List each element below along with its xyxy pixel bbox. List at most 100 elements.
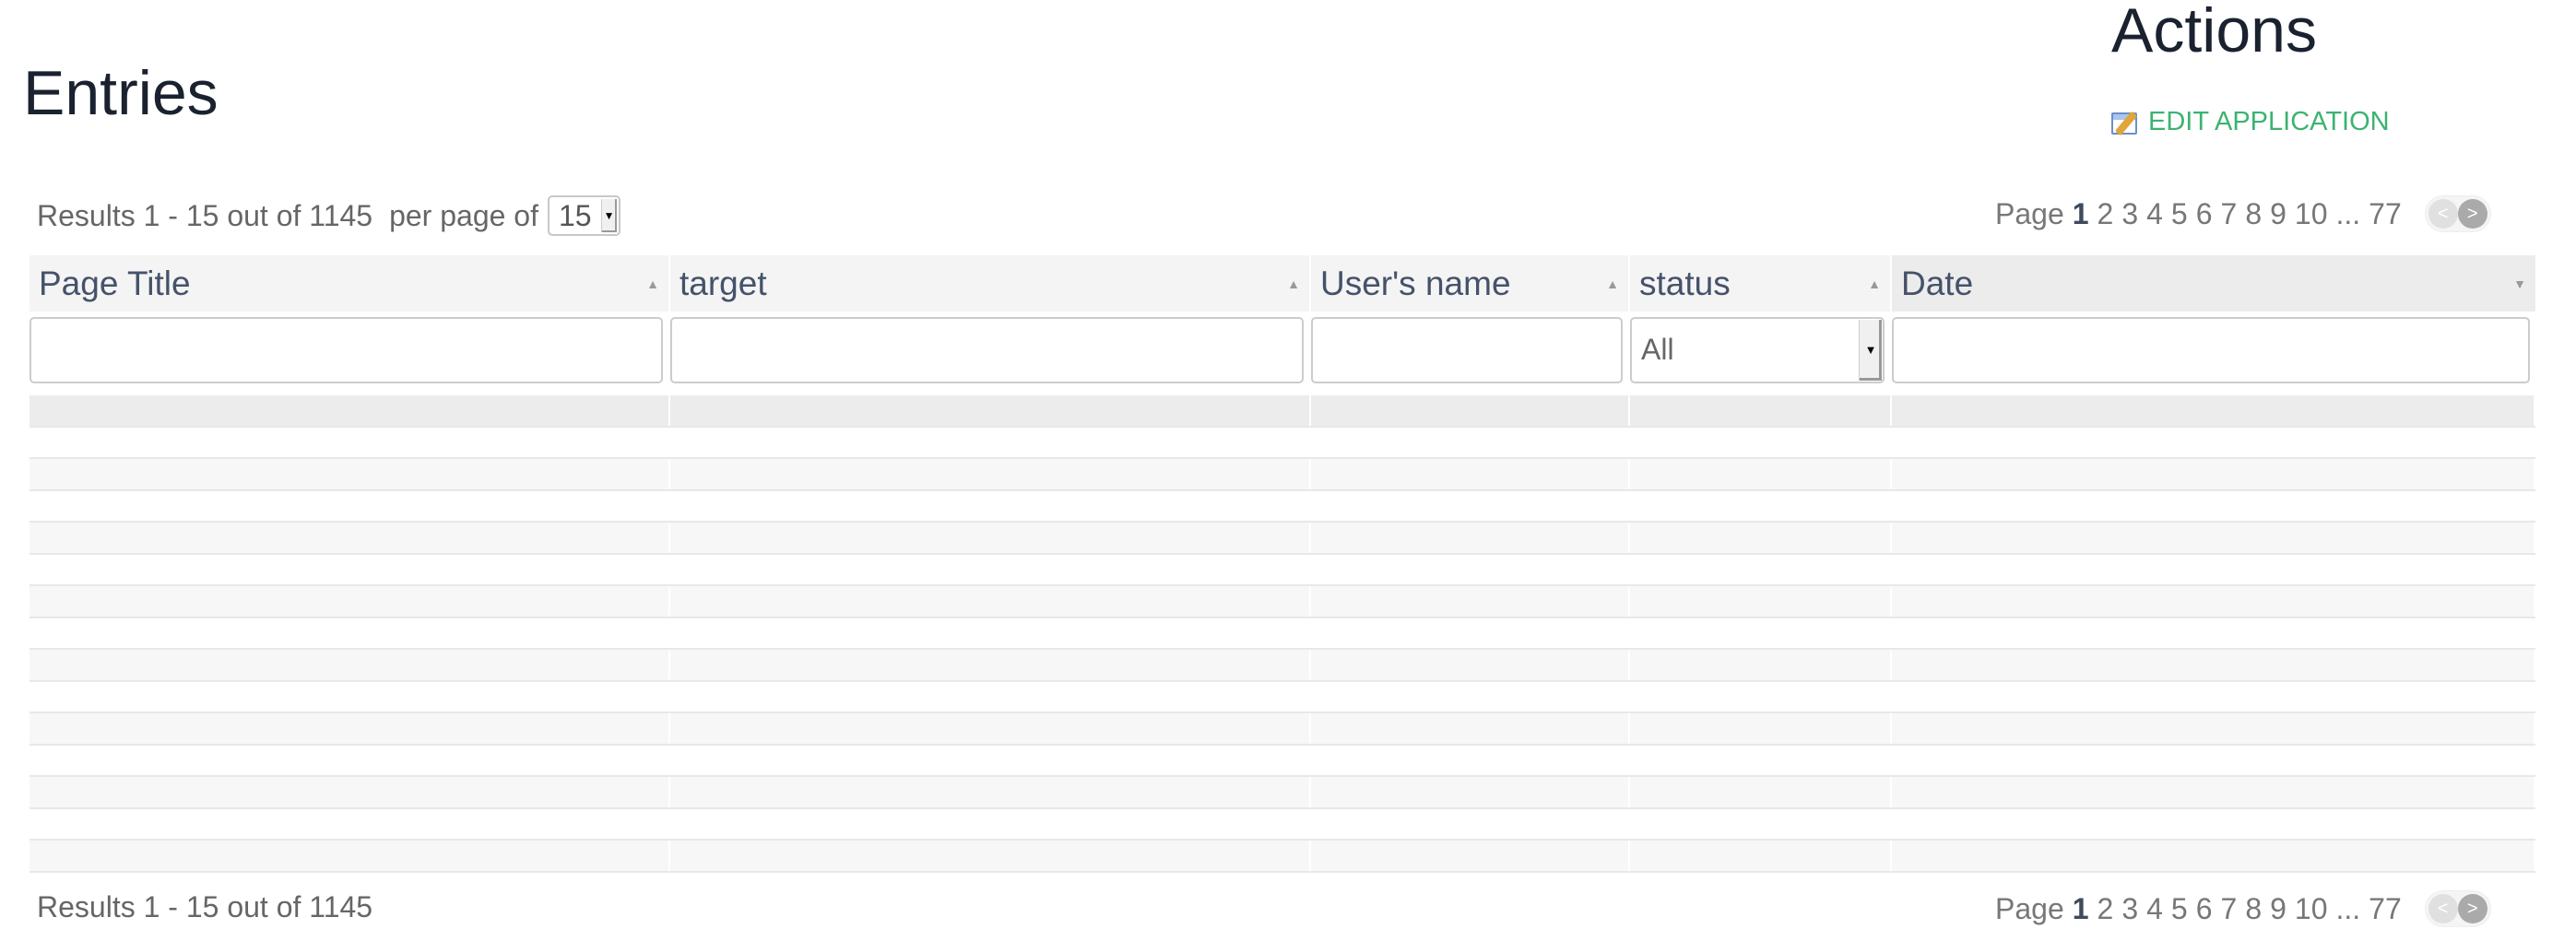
table-cell bbox=[1311, 554, 1630, 584]
page-link[interactable]: 6 bbox=[2196, 197, 2213, 231]
page-label: Page bbox=[1995, 891, 2064, 925]
table-cell bbox=[1892, 808, 2535, 839]
table-cell bbox=[1892, 841, 2535, 871]
table-cell bbox=[30, 681, 670, 711]
page-link[interactable]: 7 bbox=[2221, 197, 2238, 231]
table-cell bbox=[1892, 554, 2535, 584]
table-cell bbox=[670, 745, 1311, 775]
table-cell bbox=[670, 681, 1311, 711]
table-cell bbox=[30, 841, 670, 871]
next-page-button[interactable]: > bbox=[2457, 199, 2487, 229]
page-link[interactable]: 2 bbox=[2097, 892, 2114, 926]
table-cell bbox=[670, 841, 1311, 871]
column-header-target[interactable]: target ▲ bbox=[670, 255, 1311, 312]
table-cell bbox=[30, 490, 670, 521]
results-text: Results 1 - 15 out of 1145 bbox=[37, 890, 373, 923]
page-link[interactable]: 3 bbox=[2121, 197, 2138, 231]
table-cell bbox=[670, 777, 1311, 807]
users-name-filter-input[interactable] bbox=[1311, 316, 1623, 383]
table-cell bbox=[1630, 777, 1892, 807]
chevron-down-icon: ▼ bbox=[1859, 319, 1882, 381]
per-page-label: per page of bbox=[389, 198, 538, 232]
edit-application-link[interactable]: EDIT APPLICATION bbox=[2111, 107, 2390, 137]
table-cell bbox=[670, 554, 1311, 584]
edit-application-icon bbox=[2111, 109, 2143, 136]
prev-page-button[interactable]: < bbox=[2428, 894, 2458, 923]
page-link-last[interactable]: 77 bbox=[2369, 892, 2402, 926]
table-row bbox=[30, 841, 2535, 873]
table-row bbox=[30, 459, 2535, 491]
table-body bbox=[30, 395, 2535, 873]
page-link[interactable]: 10 bbox=[2295, 892, 2328, 926]
page-link[interactable]: 9 bbox=[2270, 197, 2286, 231]
table-cell bbox=[1311, 427, 1630, 457]
sort-asc-icon: ▲ bbox=[646, 276, 659, 291]
column-header-label: Date bbox=[1901, 264, 1974, 302]
page-link[interactable]: 6 bbox=[2196, 892, 2213, 926]
page-current: 1 bbox=[2072, 196, 2089, 230]
page-link[interactable]: 9 bbox=[2270, 892, 2286, 926]
table-cell bbox=[1311, 617, 1630, 648]
table-cell bbox=[1311, 777, 1630, 807]
page-link[interactable]: 2 bbox=[2097, 197, 2114, 231]
table-cell bbox=[1630, 427, 1892, 457]
table-cell bbox=[1311, 490, 1630, 521]
column-header-user-s-name[interactable]: User's name ▲ bbox=[1311, 255, 1630, 312]
page-nav-buttons: < > bbox=[2424, 890, 2491, 927]
filter-row: All ▼ bbox=[30, 312, 2535, 388]
table-cell bbox=[1311, 681, 1630, 711]
table-cell bbox=[1630, 523, 1892, 553]
table-cell bbox=[1892, 586, 2535, 617]
page-link[interactable]: 8 bbox=[2245, 892, 2262, 926]
page-link[interactable]: 8 bbox=[2245, 197, 2262, 231]
page-link[interactable]: 5 bbox=[2171, 197, 2188, 231]
status-filter-value: All bbox=[1641, 333, 1674, 366]
edit-application-label: EDIT APPLICATION bbox=[2148, 107, 2390, 136]
date-filter-input[interactable] bbox=[1892, 316, 2530, 383]
column-header-label: target bbox=[679, 264, 767, 302]
table-cell bbox=[1892, 490, 2535, 521]
page-link[interactable]: 7 bbox=[2221, 892, 2238, 926]
column-header-label: status bbox=[1639, 264, 1731, 302]
column-header-status[interactable]: status ▲ bbox=[1630, 255, 1892, 312]
next-page-button[interactable]: > bbox=[2457, 894, 2487, 923]
page-link[interactable]: 4 bbox=[2146, 197, 2163, 231]
page-link[interactable]: 10 bbox=[2295, 197, 2328, 231]
table-cell bbox=[670, 713, 1311, 744]
page-link[interactable]: 4 bbox=[2146, 892, 2163, 926]
target-filter-input[interactable] bbox=[670, 316, 1304, 383]
table-cell bbox=[1311, 586, 1630, 617]
sort-asc-icon: ▲ bbox=[1606, 276, 1619, 291]
table-cell bbox=[1892, 681, 2535, 711]
page-title-filter-input[interactable] bbox=[30, 316, 663, 383]
column-header-label: Page Title bbox=[39, 264, 191, 302]
table-cell bbox=[1311, 745, 1630, 775]
per-page-select[interactable]: 15 ▼ bbox=[547, 195, 620, 236]
page-link[interactable]: 5 bbox=[2171, 892, 2188, 926]
table-cell bbox=[1630, 395, 1892, 426]
table-row bbox=[30, 681, 2535, 713]
column-header-date[interactable]: Date ▼ bbox=[1892, 255, 2535, 312]
sort-asc-icon: ▲ bbox=[1287, 276, 1300, 291]
entries-table: Page Title ▲ target ▲ User's name ▲ status ▲ Dat… bbox=[30, 255, 2535, 873]
results-summary-top: Results 1 - 15 out of 1145 per page of 1… bbox=[37, 195, 620, 236]
table-row bbox=[30, 427, 2535, 459]
table-cell bbox=[30, 459, 670, 489]
table-cell bbox=[670, 459, 1311, 489]
column-header-label: User's name bbox=[1320, 264, 1511, 302]
table-cell bbox=[1630, 617, 1892, 648]
page-current: 1 bbox=[2072, 891, 2089, 925]
table-row bbox=[30, 745, 2535, 777]
table-cell bbox=[1892, 617, 2535, 648]
results-text: Results 1 - 15 out of 1145 bbox=[37, 198, 373, 232]
prev-page-button[interactable]: < bbox=[2428, 199, 2458, 229]
table-cell bbox=[30, 745, 670, 775]
actions-heading: Actions bbox=[2111, 0, 2317, 65]
table-cell bbox=[1311, 808, 1630, 839]
column-header-page-title[interactable]: Page Title ▲ bbox=[30, 255, 670, 312]
table-cell bbox=[1892, 713, 2535, 744]
page-link-last[interactable]: 77 bbox=[2369, 197, 2402, 231]
table-cell bbox=[1630, 650, 1892, 680]
page-link[interactable]: 3 bbox=[2121, 892, 2138, 926]
status-filter-select[interactable]: All ▼ bbox=[1630, 316, 1885, 383]
